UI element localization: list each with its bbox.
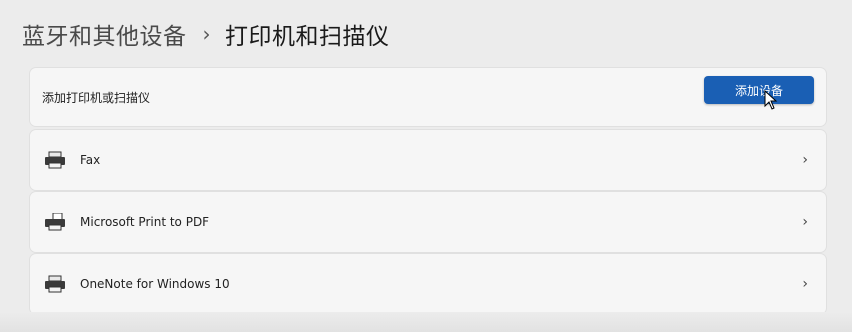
breadcrumb: 蓝牙和其他设备 › 打印机和扫描仪 [22, 14, 390, 54]
printer-item-onenote[interactable]: OneNote for Windows 10 › [30, 254, 826, 314]
bottom-edge [0, 312, 852, 332]
page-title: 打印机和扫描仪 [225, 24, 390, 50]
printer-name: Fax [80, 153, 101, 167]
add-printer-section: 添加打印机或扫描仪 添加设备 [30, 68, 826, 126]
printer-icon [45, 151, 65, 169]
printer-icon [45, 275, 65, 293]
printer-name: OneNote for Windows 10 [80, 277, 230, 291]
printer-item-microsoft-print-to-pdf[interactable]: Microsoft Print to PDF › [30, 192, 826, 252]
chevron-right-icon: › [802, 152, 808, 168]
chevron-right-icon: › [802, 214, 808, 230]
printer-item-fax[interactable]: Fax › [30, 130, 826, 190]
breadcrumb-parent[interactable]: 蓝牙和其他设备 [22, 17, 187, 51]
mouse-cursor-icon [764, 90, 778, 110]
add-printer-label: 添加打印机或扫描仪 [42, 90, 151, 105]
chevron-right-icon: › [802, 276, 808, 292]
pdf-printer-icon [45, 213, 65, 231]
breadcrumb-separator-icon: › [202, 22, 211, 46]
add-device-button[interactable]: 添加设备 [704, 76, 814, 104]
printer-name: Microsoft Print to PDF [80, 215, 210, 229]
